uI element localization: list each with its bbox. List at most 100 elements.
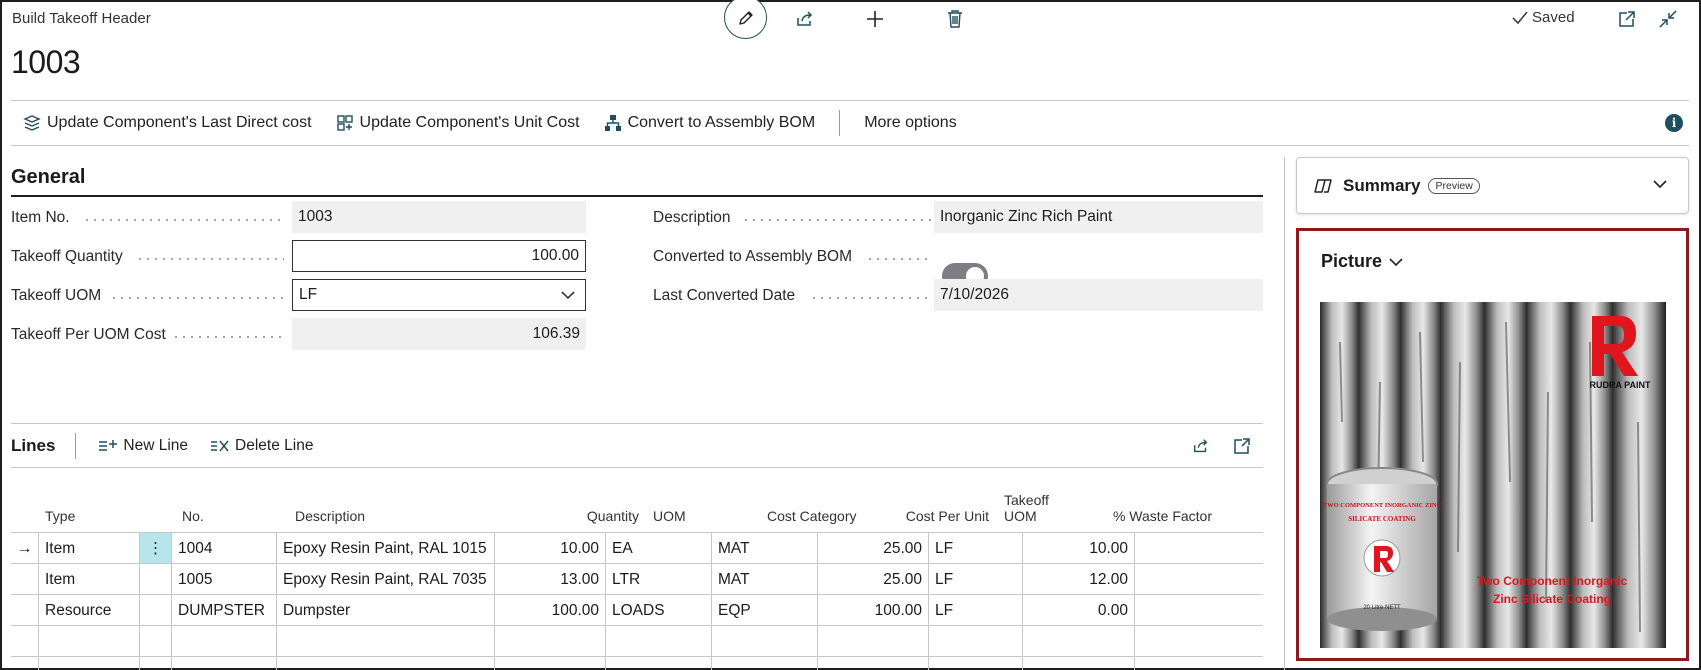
cell-empty[interactable]	[1134, 626, 1263, 657]
cell-empty[interactable]	[171, 657, 276, 670]
column-header-uom[interactable]: UOM	[653, 490, 753, 532]
cell-waste-factor[interactable]: 10.00	[1022, 533, 1134, 564]
cell-empty[interactable]	[171, 626, 276, 657]
lines-title[interactable]: Lines	[11, 432, 77, 459]
cell-empty[interactable]	[494, 657, 605, 670]
column-header-no[interactable]: No.	[182, 490, 272, 532]
update-unit-cost-label: Update Component's Unit Cost	[359, 114, 580, 131]
cell-empty[interactable]	[1022, 626, 1134, 657]
lines-share-button[interactable]	[1189, 434, 1213, 458]
cell-empty[interactable]	[139, 657, 171, 670]
cell-empty[interactable]	[605, 657, 711, 670]
column-header-description[interactable]: Description	[295, 490, 495, 532]
cell-cost-category[interactable]: EQP	[711, 595, 817, 626]
chevron-down-icon[interactable]	[1652, 178, 1668, 190]
takeoff-quantity-field[interactable]: 100.00	[292, 240, 586, 272]
update-last-direct-cost-action[interactable]: Update Component's Last Direct cost	[11, 101, 324, 145]
cell-empty[interactable]	[605, 626, 711, 657]
open-new-window-button[interactable]	[1615, 7, 1639, 31]
cell-empty[interactable]	[711, 657, 817, 670]
empty-table-row[interactable]	[11, 625, 1263, 657]
row-menu-cell[interactable]	[139, 595, 171, 626]
collapse-button[interactable]	[1656, 7, 1680, 31]
cell-waste-factor[interactable]: 0.00	[1022, 595, 1134, 626]
cell-takeoff-uom[interactable]: LF	[928, 533, 1022, 564]
column-header-waste-factor[interactable]: % Waste Factor	[1101, 490, 1212, 532]
cell-quantity[interactable]: 100.00	[494, 595, 605, 626]
convert-assembly-bom-action[interactable]: Convert to Assembly BOM	[592, 101, 828, 145]
cell-empty[interactable]	[38, 657, 139, 670]
unit-cost-icon	[336, 115, 353, 131]
delete-line-button[interactable]: Delete Line	[210, 437, 313, 455]
cell-quantity[interactable]: 10.00	[494, 533, 605, 564]
cell-cost-category[interactable]: MAT	[711, 564, 817, 595]
column-header-cost-category[interactable]: Cost Category	[767, 490, 877, 532]
table-row[interactable]: Resource DUMPSTER Dumpster 100.00 LOADS …	[11, 594, 1263, 626]
picture-title[interactable]: Picture	[1321, 251, 1404, 272]
cell-type[interactable]: Item	[38, 533, 139, 564]
lines-expand-button[interactable]	[1230, 434, 1254, 458]
cell-description[interactable]: Epoxy Resin Paint, RAL 1015	[276, 533, 494, 564]
cell-no[interactable]: 1005	[171, 564, 276, 595]
cell-waste-factor[interactable]: 12.00	[1022, 564, 1134, 595]
cell-empty[interactable]	[928, 626, 1022, 657]
cell-empty[interactable]	[928, 657, 1022, 670]
cell-empty[interactable]	[276, 657, 494, 670]
cell-type[interactable]: Item	[38, 564, 139, 595]
cell-uom[interactable]: EA	[605, 533, 711, 564]
cell-uom[interactable]: LTR	[605, 564, 711, 595]
cell-cost-per-unit[interactable]: 25.00	[817, 564, 928, 595]
cell-quantity[interactable]: 13.00	[494, 564, 605, 595]
new-button[interactable]	[862, 6, 888, 32]
cell-no[interactable]: DUMPSTER	[171, 595, 276, 626]
column-header-quantity[interactable]: Quantity	[525, 490, 639, 532]
row-menu-cell[interactable]	[139, 564, 171, 595]
cell-empty[interactable]	[38, 626, 139, 657]
item-no-field[interactable]: 1003	[292, 201, 586, 233]
more-options-action[interactable]: More options	[852, 101, 969, 145]
cell-description[interactable]: Dumpster	[276, 595, 494, 626]
row-marker	[11, 564, 38, 595]
cell-empty[interactable]	[139, 626, 171, 657]
cell-type[interactable]: Resource	[38, 595, 139, 626]
cell-empty[interactable]	[1134, 533, 1263, 564]
description-field[interactable]: Inorganic Zinc Rich Paint	[934, 201, 1263, 233]
takeoff-per-uom-cost-field[interactable]: 106.39	[292, 318, 586, 350]
delete-button[interactable]	[942, 6, 968, 32]
column-header-takeoff-uom[interactable]: Takeoff UOM	[1004, 490, 1094, 532]
cell-empty[interactable]	[711, 626, 817, 657]
cell-uom[interactable]: LOADS	[605, 595, 711, 626]
table-row[interactable]: → Item ⋮ 1004 Epoxy Resin Paint, RAL 101…	[11, 532, 1263, 564]
cell-empty[interactable]	[817, 657, 928, 670]
cell-cost-per-unit[interactable]: 25.00	[817, 533, 928, 564]
cell-no[interactable]: 1004	[171, 533, 276, 564]
general-section-title[interactable]: General	[11, 166, 85, 189]
empty-table-row[interactable]	[11, 656, 1263, 670]
last-converted-date-field[interactable]: 7/10/2026	[934, 279, 1263, 311]
section-divider	[11, 195, 1263, 197]
cell-takeoff-uom[interactable]: LF	[928, 595, 1022, 626]
column-header-type[interactable]: Type	[45, 490, 135, 532]
update-unit-cost-action[interactable]: Update Component's Unit Cost	[324, 101, 592, 145]
cell-empty[interactable]	[494, 626, 605, 657]
product-image[interactable]: RUDRA PAINT TWO COMPONENT INORGANIC ZINC…	[1320, 302, 1666, 648]
cell-empty[interactable]	[1134, 564, 1263, 595]
cell-cost-category[interactable]: MAT	[711, 533, 817, 564]
takeoff-uom-select[interactable]: LF	[292, 279, 586, 311]
cell-empty[interactable]	[1022, 657, 1134, 670]
column-header-cost-per-unit[interactable]: Cost Per Unit	[883, 490, 989, 532]
cell-takeoff-uom[interactable]: LF	[928, 564, 1022, 595]
cell-empty[interactable]	[1134, 657, 1263, 670]
cell-empty[interactable]	[817, 626, 928, 657]
share-button[interactable]	[792, 6, 818, 32]
table-row[interactable]: Item 1005 Epoxy Resin Paint, RAL 7035 13…	[11, 563, 1263, 595]
cell-empty[interactable]	[276, 626, 494, 657]
column-header-takeoff-uom-line1: Takeoff	[1004, 492, 1049, 508]
info-icon[interactable]: i	[1665, 114, 1683, 132]
row-menu-icon[interactable]: ⋮	[139, 533, 171, 564]
cell-description[interactable]: Epoxy Resin Paint, RAL 7035	[276, 564, 494, 595]
cell-empty[interactable]	[1134, 595, 1263, 626]
cell-cost-per-unit[interactable]: 100.00	[817, 595, 928, 626]
summary-card[interactable]: Summary Preview	[1296, 157, 1689, 214]
new-line-button[interactable]: New Line	[98, 437, 188, 455]
